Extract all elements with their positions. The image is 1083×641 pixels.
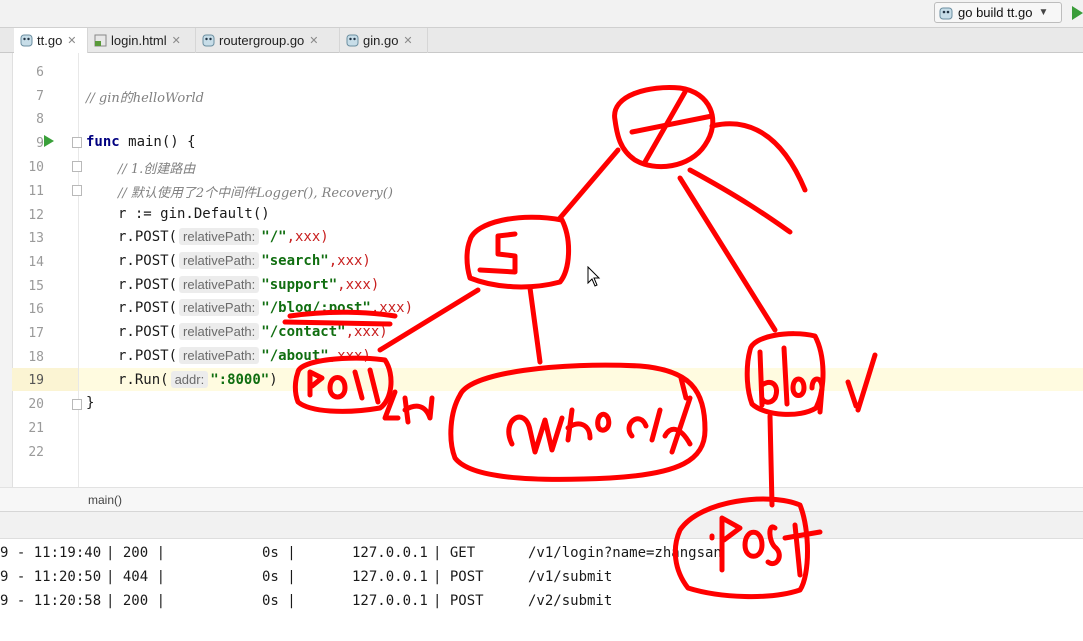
- fold-icon[interactable]: [72, 137, 82, 148]
- line-number: 14: [28, 255, 44, 270]
- code-line-11: // 默认使用了2个中间件Logger(), Recovery(): [118, 186, 393, 201]
- line-number: 16: [28, 302, 44, 317]
- gopher-icon: [939, 7, 953, 19]
- top-toolbar: go build tt.go ▼: [0, 0, 1083, 27]
- html-file-icon: [94, 34, 107, 47]
- tab-routergroup-go[interactable]: routergroup.go ✕: [196, 28, 340, 53]
- line-number: 13: [28, 231, 44, 246]
- code-line-19: r.Run(addr: ":8000"): [118, 371, 278, 388]
- tab-label: gin.go: [363, 33, 399, 48]
- close-icon[interactable]: ✕: [309, 34, 318, 47]
- code-line-13: r.POST(relativePath: "/",xxx): [118, 228, 329, 245]
- parameter-hint: relativePath:: [179, 276, 260, 293]
- line-number: 21: [28, 421, 44, 436]
- run-configuration-label: go build tt.go: [958, 5, 1033, 20]
- line-number: 22: [28, 445, 44, 460]
- code-line-20: }: [86, 395, 95, 411]
- fold-icon[interactable]: [72, 161, 82, 172]
- code-line-10: // 1.创建路由: [118, 162, 196, 177]
- parameter-hint: relativePath:: [179, 228, 260, 245]
- line-number: 15: [28, 279, 44, 294]
- run-gutter-icon[interactable]: [44, 135, 54, 147]
- editor-tab-bar: tt.go ✕ login.html ✕ routergroup.go ✕ gi…: [0, 27, 1083, 53]
- gopher-icon: [20, 34, 33, 47]
- line-number-gutter: 6 7 8 9 10 11 12 13 14 15 16 17 18 19 20…: [12, 53, 79, 487]
- run-panel-header: [0, 512, 1083, 539]
- chevron-down-icon: ▼: [1038, 7, 1049, 18]
- breadcrumb-bar: main(): [0, 487, 1083, 512]
- line-number: 18: [28, 350, 44, 365]
- tab-login-html[interactable]: login.html ✕: [88, 28, 196, 53]
- console-row: 9 - 11:20:58 | 200 | 0s | 127.0.0.1 | POST/v…: [0, 593, 613, 609]
- gopher-icon: [202, 34, 215, 47]
- code-line-16: r.POST(relativePath: "/blog/:post",xxx): [118, 299, 414, 316]
- code-line-7: // gin的helloWorld: [86, 91, 204, 106]
- code-editor[interactable]: 6 7 8 9 10 11 12 13 14 15 16 17 18 19 20…: [0, 53, 1083, 487]
- tab-label: login.html: [111, 33, 167, 48]
- breadcrumb[interactable]: main(): [88, 493, 122, 507]
- code-line-17: r.POST(relativePath: "/contact",xxx): [118, 323, 388, 340]
- line-number: 11: [28, 184, 44, 199]
- close-icon[interactable]: ✕: [172, 34, 181, 47]
- line-number: 10: [28, 160, 44, 175]
- parameter-hint: relativePath:: [179, 323, 260, 340]
- fold-icon[interactable]: [72, 399, 82, 410]
- tab-tt-go[interactable]: tt.go ✕: [14, 28, 88, 53]
- parameter-hint: relativePath:: [179, 299, 260, 316]
- line-number: 9: [36, 136, 44, 151]
- line-number-current: 19: [28, 373, 44, 388]
- line-number: 12: [28, 208, 44, 223]
- run-configuration-dropdown[interactable]: go build tt.go ▼: [934, 2, 1062, 23]
- close-icon[interactable]: ✕: [67, 34, 76, 47]
- run-icon[interactable]: [1072, 6, 1083, 20]
- mouse-cursor-icon: [587, 266, 601, 287]
- fold-icon[interactable]: [72, 185, 82, 196]
- line-number: 20: [28, 397, 44, 412]
- code-line-12: r := gin.Default(): [118, 206, 270, 222]
- run-console[interactable]: 9 - 11:19:40 | 200 | 0s | 127.0.0.1 | GET/v1…: [0, 539, 1083, 639]
- tab-label: routergroup.go: [219, 33, 305, 48]
- tab-gin-go[interactable]: gin.go ✕: [340, 28, 428, 53]
- code-line-14: r.POST(relativePath: "search",xxx): [118, 252, 371, 269]
- parameter-hint: relativePath:: [179, 252, 260, 269]
- parameter-hint: addr:: [170, 371, 209, 388]
- line-number: 7: [36, 89, 44, 104]
- code-line-9: func main() {: [86, 134, 196, 150]
- line-number: 6: [36, 65, 44, 80]
- close-icon[interactable]: ✕: [403, 34, 412, 47]
- code-line-18: r.POST(relativePath: "/about",xxx): [118, 347, 371, 364]
- code-line-15: r.POST(relativePath: "support",xxx): [118, 276, 380, 293]
- line-number: 17: [28, 326, 44, 341]
- tab-label: tt.go: [37, 33, 63, 48]
- gopher-icon: [346, 34, 359, 47]
- parameter-hint: relativePath:: [179, 347, 260, 364]
- line-number: 8: [36, 112, 44, 127]
